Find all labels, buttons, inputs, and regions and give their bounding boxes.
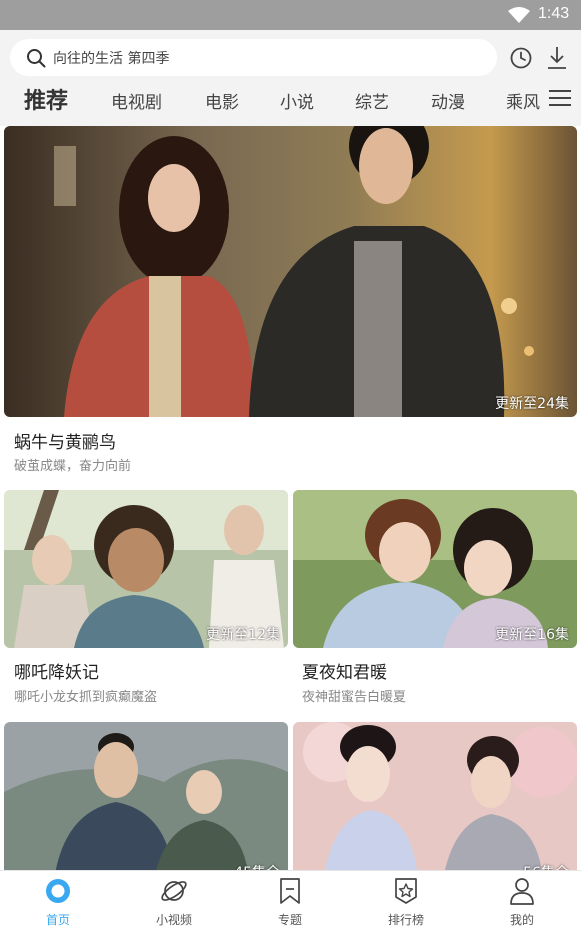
featured-episode-badge: 更新至24集 <box>495 396 569 412</box>
featured-subtitle: 破茧成蝶，奋力向前 <box>14 459 132 474</box>
grid-card-3-thumbnail[interactable]: 45集全 <box>4 722 288 880</box>
grid-card-4-thumbnail[interactable]: 56集全 <box>293 722 577 880</box>
grid-card-4[interactable]: 56集全 <box>290 722 581 880</box>
download-icon[interactable] <box>545 45 569 71</box>
grid-card-3[interactable]: 45集全 <box>0 722 290 880</box>
nav-home-label: 首页 <box>45 913 70 927</box>
ranking-badge-icon <box>395 878 417 904</box>
grid-card-1-thumbnail[interactable]: 更新至12集 <box>4 490 288 648</box>
tab-recommend[interactable]: 推荐 <box>24 83 68 115</box>
grid-card-4-poster-image <box>293 722 577 880</box>
grid-card-1-title: 哪吒降妖记 <box>14 663 99 683</box>
grid-card-1[interactable]: 更新至12集 哪吒降妖记 哪吒小龙女抓到疯癫魔盗 <box>0 490 290 710</box>
grid-card-2-title: 夏夜知君暖 <box>302 663 387 683</box>
grid-card-1-subtitle: 哪吒小龙女抓到疯癫魔盗 <box>14 690 158 705</box>
category-tabs: 推荐 电视剧 电影 小说 综艺 动漫 乘风 <box>0 80 545 120</box>
bookmark-icon <box>280 878 300 904</box>
grid-card-1-episode-badge: 更新至12集 <box>206 627 280 643</box>
status-bar: 1:43 <box>0 0 581 30</box>
tab-tv-series[interactable]: 电视剧 <box>111 88 162 113</box>
grid-card-2-episode-badge: 更新至16集 <box>495 627 569 643</box>
planet-icon <box>161 881 187 901</box>
nav-short-video-label: 小视频 <box>155 913 192 927</box>
status-time: 1:43 <box>538 5 570 22</box>
tab-anime[interactable]: 动漫 <box>431 88 465 113</box>
grid-card-2-thumbnail[interactable]: 更新至16集 <box>293 490 577 648</box>
nav-ranking[interactable]: 排行榜 <box>348 871 464 930</box>
grid-card-2-subtitle: 夜神甜蜜告白暖夏 <box>302 690 407 705</box>
featured-thumbnail[interactable]: 更新至24集 <box>4 126 577 417</box>
tab-variety[interactable]: 综艺 <box>355 88 389 113</box>
tab-movies[interactable]: 电影 <box>205 88 239 113</box>
search-box[interactable]: 向往的生活 第四季 <box>10 39 497 76</box>
featured-title: 蜗牛与黄鹂鸟 <box>14 433 116 453</box>
featured-card[interactable]: 更新至24集 蜗牛与黄鹂鸟 破茧成蝶，奋力向前 <box>0 126 581 476</box>
tab-chengfeng[interactable]: 乘风 <box>506 88 540 113</box>
nav-topics[interactable]: 专题 <box>232 871 348 930</box>
bottom-navigation: 首页 小视频 专题 排行榜 我的 <box>0 870 581 930</box>
nav-short-video[interactable]: 小视频 <box>116 871 232 930</box>
top-bar: 向往的生活 第四季 推荐 电视剧 电影 小说 综艺 动漫 乘风 <box>0 30 581 126</box>
nav-ranking-label: 排行榜 <box>387 913 424 927</box>
home-icon <box>46 879 70 903</box>
featured-poster-image <box>4 126 577 417</box>
wifi-icon <box>508 7 530 23</box>
grid-card-3-poster-image <box>4 722 288 880</box>
nav-profile-label: 我的 <box>509 913 534 927</box>
profile-icon <box>510 878 534 905</box>
history-icon[interactable] <box>509 46 533 70</box>
nav-topics-label: 专题 <box>277 913 302 927</box>
menu-icon[interactable] <box>548 88 572 108</box>
tab-novels[interactable]: 小说 <box>280 88 314 113</box>
search-icon <box>27 49 46 68</box>
nav-home[interactable]: 首页 <box>0 871 116 930</box>
grid-card-2[interactable]: 更新至16集 夏夜知君暖 夜神甜蜜告白暖夏 <box>290 490 581 710</box>
search-placeholder: 向往的生活 第四季 <box>53 51 170 67</box>
nav-profile[interactable]: 我的 <box>464 871 580 930</box>
